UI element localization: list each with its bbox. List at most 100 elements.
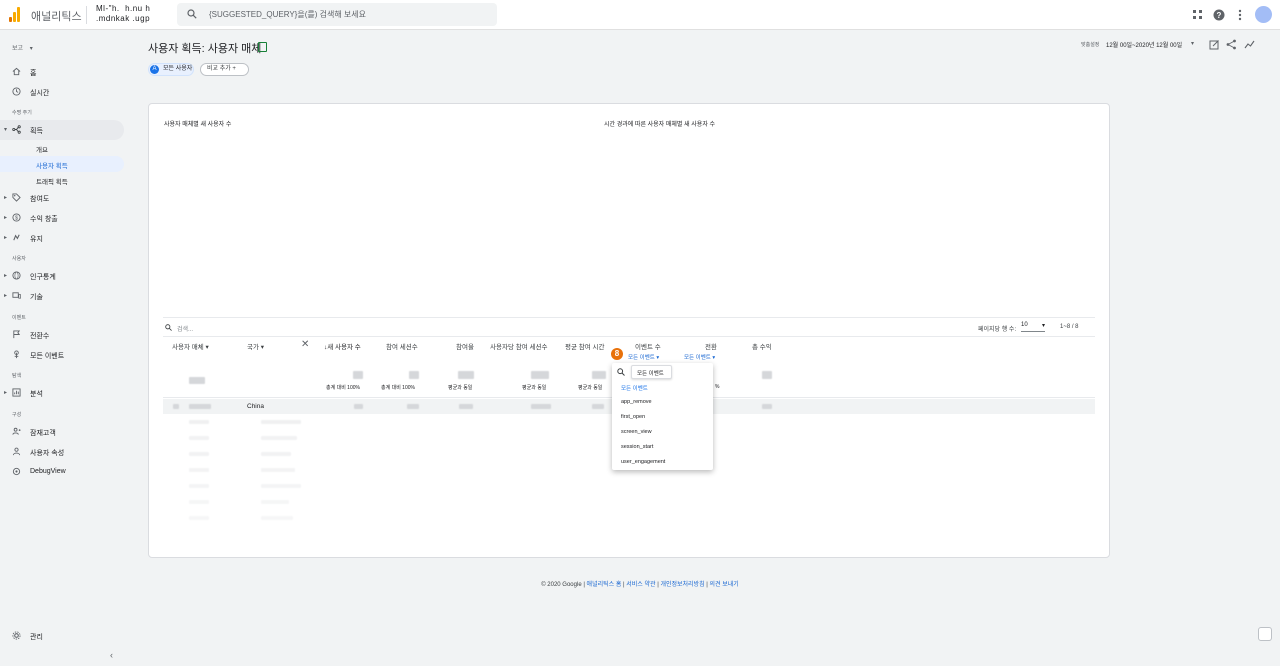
column-header-engaged-sessions[interactable]: 참여 세션수 [386, 341, 418, 351]
copyright: © 2020 Google | [541, 582, 587, 588]
section-explore: 탐색 [12, 373, 22, 379]
column-header-new-users[interactable]: ↓새 사용자 수 [324, 341, 361, 351]
sidebar-item-label: 유지 [30, 236, 43, 243]
column-header-sessions-per-user[interactable]: 사용자당 참여 세션수 [490, 341, 547, 351]
insights-icon[interactable] [1244, 39, 1255, 50]
right-chart-title: 시간 경과에 따른 사용자 매체별 새 사용자 수 [604, 122, 716, 128]
apps-grid-icon[interactable] [1191, 8, 1205, 22]
sidebar-item-retention[interactable]: ▸ 유지 [0, 228, 124, 248]
redacted-value [592, 371, 606, 379]
sidebar-item-label: 사용자 획득 [36, 163, 68, 170]
footer-link-terms[interactable]: 서비스 약관 [626, 582, 655, 588]
left-chart-title: 사용자 매체별 새 사용자 수 [164, 122, 232, 128]
event-count-filter[interactable]: 모든 이벤트 ▾ [628, 353, 659, 361]
sidebar-item-audiences[interactable]: 잠재고객 [0, 422, 124, 442]
add-comparison-button[interactable]: 비교 추가 + [200, 63, 249, 76]
table-row[interactable] [163, 511, 1095, 526]
dropdown-item-user-engagement[interactable]: user_engagement [621, 459, 665, 465]
redacted-value [531, 371, 549, 379]
dropdown-item-all-events[interactable]: 모든 이벤트 [621, 384, 648, 392]
sidebar-item-monetization[interactable]: ▸ $ 수익 창출 [0, 208, 124, 228]
table-search-input[interactable]: 검색... [177, 324, 193, 333]
footer-link-home[interactable]: 애널리틱스 홈 [587, 582, 622, 588]
redacted-value [189, 404, 211, 409]
search-icon [165, 324, 172, 331]
conversions-filter[interactable]: 모든 이벤트 ▾ [684, 353, 715, 361]
sidebar-item-engagement[interactable]: ▸ 참여도 [0, 188, 124, 208]
dropdown-search-value: 모든 이벤트 [637, 371, 664, 377]
sidebar-item-debugview[interactable]: DebugView [0, 462, 124, 482]
sidebar-item-user-properties[interactable]: 사용자 속성 [0, 442, 124, 462]
help-icon[interactable]: ? [1212, 8, 1226, 22]
redacted-value [407, 404, 419, 409]
column-header-revenue[interactable]: 총 수익 [752, 341, 772, 351]
footer-link-feedback[interactable]: 의견 보내기 [710, 582, 739, 588]
person-icon [12, 447, 21, 456]
dropdown-item-first-open[interactable]: first_open [621, 414, 645, 420]
edit-report-icon[interactable] [1209, 39, 1220, 50]
dropdown-item-session-start[interactable]: session_start [621, 444, 653, 450]
dropdown-item-screen-view[interactable]: screen_view [621, 429, 652, 435]
column-header-medium[interactable]: 사용자 매체 ▾ [172, 341, 209, 351]
section-user: 사용자 [12, 256, 26, 262]
rows-per-page-label: 페이지당 행 수: [978, 327, 1017, 333]
column-header-engagement-rate[interactable]: 참여율 [456, 341, 474, 351]
feedback-icon[interactable] [1258, 627, 1272, 641]
acquisition-icon [12, 125, 21, 134]
redacted-value [762, 404, 772, 409]
rows-per-page-select[interactable]: 10 ▾ [1021, 322, 1045, 332]
analytics-logo[interactable] [9, 7, 21, 22]
retention-icon [13, 234, 20, 241]
more-vert-icon[interactable] [1233, 8, 1247, 22]
chevron-down-icon[interactable]: ▾ [1191, 40, 1194, 47]
column-header-conversions[interactable]: 전환 [705, 341, 717, 351]
sidebar-item-acquisition[interactable]: ▾ 획득 [0, 120, 124, 140]
collapse-sidebar-icon[interactable]: ‹ [110, 650, 113, 660]
report-selector[interactable]: 보고 ▾ [12, 43, 33, 52]
clock-icon [12, 87, 21, 96]
redacted-value [459, 404, 473, 409]
dropdown-search-input[interactable]: 모든 이벤트 [631, 365, 672, 379]
table-cell-country: China [247, 403, 264, 410]
sidebar-item-admin[interactable]: 관리 [0, 626, 124, 646]
date-range-picker[interactable]: 12월 00일~2020년 12월 00일 [1106, 40, 1182, 49]
sidebar-item-label: 관리 [30, 634, 43, 641]
sidebar-item-traffic-acquisition[interactable]: 트래픽 획득 [0, 172, 124, 188]
redacted-value [762, 371, 772, 379]
footer-link-privacy[interactable]: 개인정보처리방침 [660, 582, 704, 588]
close-icon[interactable]: ✕ [301, 339, 309, 350]
table-row[interactable] [163, 495, 1095, 510]
redacted-value [592, 404, 604, 409]
sidebar-item-label: 잠재고객 [30, 430, 56, 437]
sidebar-item-realtime[interactable]: 실시간 [0, 82, 124, 102]
column-header-avg-engagement[interactable]: 평균 참여 시간 [565, 341, 605, 351]
column-header-event-count[interactable]: 이벤트 수 [635, 341, 661, 351]
sidebar-item-demographics[interactable]: ▸ 인구통계 [0, 266, 124, 286]
sidebar-item-conversions[interactable]: 전환수 [0, 325, 124, 345]
dropdown-item-app-remove[interactable]: app_remove [621, 399, 652, 405]
search-bar[interactable]: {SUGGESTED_QUERY}을(를) 검색해 보세요 [177, 3, 497, 26]
search-icon [187, 9, 197, 19]
share-icon[interactable] [1226, 39, 1237, 50]
sidebar-item-tech[interactable]: ▸ 기술 [0, 286, 124, 306]
divider [86, 6, 87, 24]
sidebar-item-home[interactable]: 홈 [0, 62, 124, 82]
customize-report-icon[interactable] [258, 42, 267, 52]
sidebar-item-overview[interactable]: 개요 [0, 140, 124, 156]
sidebar-item-user-acquisition[interactable]: 사용자 획득 [0, 156, 124, 172]
account-selector[interactable]: Ml-"h. h.nu h .mdnkak .ugp [96, 4, 156, 24]
sidebar-item-label: 전환수 [30, 333, 50, 340]
caret-down-icon: ▾ [4, 127, 8, 133]
home-icon [12, 67, 21, 76]
sidebar-item-analysis[interactable]: ▸ 분석 [0, 383, 124, 403]
redacted-value [409, 371, 419, 379]
table-row[interactable] [163, 479, 1095, 494]
search-input[interactable]: {SUGGESTED_QUERY}을(를) 검색해 보세요 [209, 9, 366, 20]
avatar[interactable] [1255, 6, 1272, 23]
svg-text:$: $ [15, 216, 18, 222]
segment-chip[interactable]: A 모든 사용자 [148, 63, 194, 76]
summary-avg-engagement: 평균과 동일 [578, 385, 603, 391]
column-header-country[interactable]: 국가 ▾ [247, 341, 264, 351]
sidebar-item-label: 수익 창출 [30, 216, 58, 223]
sidebar-item-all-events[interactable]: 모든 이벤트 [0, 345, 124, 365]
